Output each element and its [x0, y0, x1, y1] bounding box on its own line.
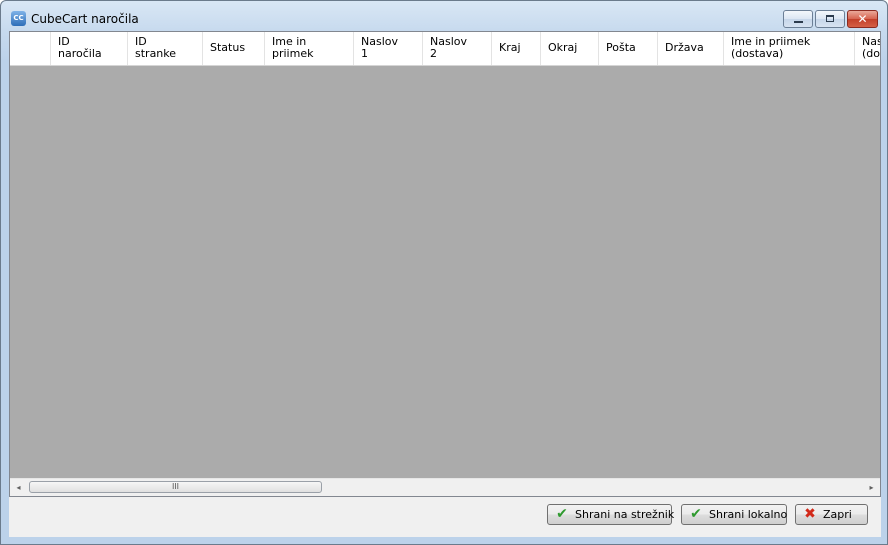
column-header[interactable]: Država [658, 32, 724, 65]
column-header[interactable]: ID naročila [51, 32, 128, 65]
save-locally-label: Shrani lokalno [709, 508, 788, 521]
cubecart-app-icon: CC [11, 11, 26, 26]
column-header[interactable]: Naslov 1 [354, 32, 423, 65]
horizontal-scrollbar[interactable]: ◂ III ▸ [10, 478, 880, 496]
red-x-icon: ✖ [804, 506, 816, 522]
column-header[interactable]: Naslov 2 [423, 32, 492, 65]
save-to-server-button[interactable]: ✔ Shrani na strežnik [547, 504, 675, 525]
scrollbar-thumb[interactable]: III [29, 481, 322, 493]
column-header[interactable]: Okraj [541, 32, 599, 65]
checkmark-icon: ✔ [690, 506, 702, 522]
close-window-button[interactable]: ✕ [847, 10, 878, 28]
row-header-corner[interactable] [10, 32, 51, 65]
maximize-icon [826, 15, 834, 22]
close-icon: ✕ [857, 12, 868, 26]
maximize-button[interactable] [815, 10, 845, 28]
column-header[interactable]: Ime in priimek [265, 32, 354, 65]
column-header[interactable]: ID stranke [128, 32, 203, 65]
orders-grid[interactable]: ID naročila ID stranke Status Ime in pri… [9, 31, 881, 497]
column-header[interactable]: Status [203, 32, 265, 65]
grid-header: ID naročila ID stranke Status Ime in pri… [10, 32, 880, 66]
column-header[interactable]: Kraj [492, 32, 541, 65]
minimize-button[interactable] [783, 10, 813, 28]
save-to-server-label: Shrani na strežnik [575, 508, 675, 521]
app-window: CC CubeCart naročila ✕ ID naročila ID st… [0, 0, 888, 545]
column-header[interactable]: Ime in priimek (dostava) [724, 32, 855, 65]
minimize-icon [794, 21, 803, 23]
checkmark-icon: ✔ [556, 506, 568, 522]
title-bar[interactable]: CC CubeCart naročila ✕ [1, 1, 887, 31]
scroll-right-arrow-icon[interactable]: ▸ [863, 479, 880, 496]
close-button[interactable]: ✖ Zapri [795, 504, 868, 525]
save-locally-button[interactable]: ✔ Shrani lokalno [681, 504, 787, 525]
column-header[interactable]: Pošta [599, 32, 658, 65]
column-header[interactable]: Nas (dos [855, 32, 880, 65]
scroll-left-arrow-icon[interactable]: ◂ [10, 479, 27, 496]
window-title: CubeCart naročila [31, 12, 139, 26]
client-area: ID naročila ID stranke Status Ime in pri… [9, 31, 881, 537]
close-label: Zapri [823, 508, 852, 521]
